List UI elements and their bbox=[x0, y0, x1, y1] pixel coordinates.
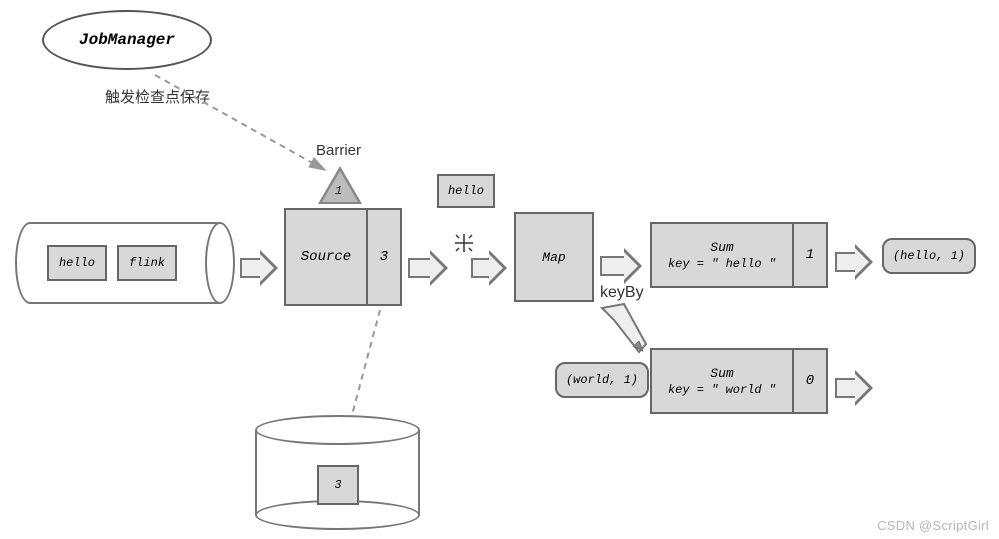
arrow-source-map-2 bbox=[471, 250, 507, 286]
storage-cylinder: 3 bbox=[255, 430, 420, 530]
sum-operator-world: Sum key = " world " 0 bbox=[650, 348, 828, 414]
storage-value: 3 bbox=[334, 478, 341, 492]
input-queue-cylinder: hello flink bbox=[15, 222, 235, 304]
jobmanager-node: JobManager bbox=[42, 10, 212, 70]
jobmanager-label: JobManager bbox=[79, 31, 175, 49]
arrow-queue-source bbox=[240, 250, 278, 286]
sum2-state: 0 bbox=[806, 373, 814, 389]
sum1-title: Sum bbox=[710, 240, 733, 255]
barrier-triangle: 1 bbox=[318, 166, 362, 204]
barrier-id: 1 bbox=[335, 184, 342, 198]
sum1-key: key = " hello " bbox=[668, 257, 776, 271]
barrier-label: Barrier bbox=[316, 142, 361, 159]
queue-item: flink bbox=[117, 245, 177, 281]
storage-value-box: 3 bbox=[317, 465, 359, 505]
source-operator: Source 3 bbox=[284, 208, 402, 306]
arrow-sum1-out bbox=[835, 244, 873, 280]
map-label: Map bbox=[542, 250, 565, 265]
sum2-key: key = " world " bbox=[668, 383, 776, 397]
dashed-arrow-jobmanager bbox=[150, 70, 350, 180]
out1-label: (hello, 1) bbox=[893, 249, 965, 263]
output-record-1: (hello, 1) bbox=[882, 238, 976, 274]
source-label: Source bbox=[301, 249, 351, 265]
map-operator: Map bbox=[514, 212, 594, 302]
queue-item-label: flink bbox=[129, 256, 165, 270]
queue-item-label: hello bbox=[59, 256, 95, 270]
out2-label: (world, 1) bbox=[566, 373, 638, 387]
queue-item: hello bbox=[47, 245, 107, 281]
arrow-map-sum2 bbox=[594, 300, 654, 370]
inflight-label: hello bbox=[448, 184, 484, 198]
inflight-record: hello bbox=[437, 174, 495, 208]
sum2-title: Sum bbox=[710, 366, 733, 381]
arrow-map-sum1 bbox=[600, 248, 642, 284]
arrow-sum2-out bbox=[835, 370, 873, 406]
sum1-state: 1 bbox=[806, 247, 814, 263]
watermark: CSDN @ScriptGirl bbox=[877, 518, 989, 533]
output-record-2: (world, 1) bbox=[555, 362, 649, 398]
source-state: 3 bbox=[380, 249, 388, 265]
arrow-source-map bbox=[408, 250, 448, 286]
sum-operator-hello: Sum key = " hello " 1 bbox=[650, 222, 828, 288]
